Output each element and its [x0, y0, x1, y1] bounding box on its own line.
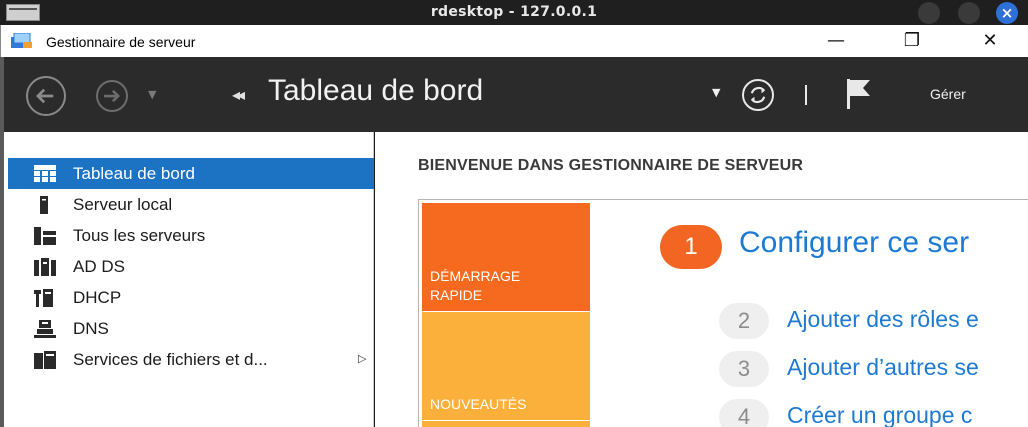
screen: rdesktop - 127.0.0.1 × Gestionnaire de s… [0, 0, 1028, 427]
sidebar-item-file-services[interactable]: Services de fichiers et d... ▷ [8, 344, 374, 375]
step-configure-link[interactable]: Configurer ce ser [739, 226, 969, 260]
rdesktop-minimize-button[interactable] [918, 2, 940, 24]
sidebar-item-dhcp[interactable]: DHCP [8, 282, 374, 313]
sidebar-item-all-servers[interactable]: Tous les serveurs [8, 220, 374, 251]
adds-icon [34, 257, 56, 276]
server-icon [40, 195, 48, 214]
tile-learn-more[interactable] [422, 421, 590, 427]
tile-whats-new-label: NOUVEAUTÉS [430, 396, 527, 412]
sidebar-item-label: Services de fichiers et d... [73, 349, 268, 369]
back-arrow-icon[interactable] [26, 76, 66, 116]
rdesktop-maximize-button[interactable] [958, 2, 980, 24]
sidebar-item-label: AD DS [73, 256, 125, 276]
tile-quick-start-label: DÉMARRAGE RAPIDE [430, 268, 521, 303]
breadcrumb-arrow-icon: ◂◂ [232, 85, 245, 104]
tile-whats-new[interactable]: NOUVEAUTÉS [422, 312, 590, 420]
welcome-panel: DÉMARRAGE RAPIDE NOUVEAUTÉS 1 Configurer… [418, 199, 1028, 427]
rdesktop-titlebar: rdesktop - 127.0.0.1 × [0, 0, 1028, 25]
window-titlebar: Gestionnaire de serveur — ❐ ✕ [0, 25, 1028, 57]
step-number: 1 [660, 225, 722, 269]
step-number: 3 [719, 351, 769, 387]
forward-arrow-icon[interactable] [96, 80, 128, 112]
manage-menu[interactable]: Gérer [930, 86, 966, 102]
step-create-group-link[interactable]: Créer un groupe c [787, 402, 972, 427]
maximize-button[interactable]: ❐ [889, 28, 935, 54]
sidebar-item-dns[interactable]: DNS [8, 313, 374, 344]
sidebar-item-label: DNS [73, 318, 109, 338]
sidebar-item-local-server[interactable]: Serveur local [8, 189, 374, 220]
refresh-icon[interactable] [742, 79, 774, 111]
title-dropdown-icon[interactable]: ▼ [712, 86, 720, 99]
file-services-icon [34, 350, 56, 369]
notifications-flag-icon[interactable] [844, 77, 874, 111]
servers-icon [34, 226, 56, 245]
step-add-roles-link[interactable]: Ajouter des rôles e [787, 306, 979, 333]
expand-arrow-icon[interactable]: ▷ [358, 352, 366, 365]
window-title: Gestionnaire de serveur [46, 34, 196, 50]
close-button[interactable]: ✕ [967, 28, 1013, 54]
step-number: 4 [719, 399, 769, 427]
sidebar-item-label: DHCP [73, 287, 122, 307]
navigation-header: ▼ ◂◂ Tableau de bord ▼ Gérer [0, 57, 1028, 132]
dhcp-icon [34, 288, 53, 307]
tile-quick-start[interactable]: DÉMARRAGE RAPIDE [422, 203, 590, 311]
history-dropdown-icon[interactable]: ▼ [148, 88, 156, 101]
page-title: Tableau de bord [268, 74, 484, 107]
welcome-heading: BIENVENUE DANS GESTIONNAIRE DE SERVEUR [418, 157, 804, 174]
dns-icon [34, 319, 56, 338]
sidebar-item-label: Tableau de bord [73, 163, 195, 183]
sidebar-item-label: Tous les serveurs [73, 225, 206, 245]
main-content: BIENVENUE DANS GESTIONNAIRE DE SERVEUR D… [375, 132, 1028, 427]
rdesktop-title: rdesktop - 127.0.0.1 [430, 4, 598, 20]
server-manager-app-icon [11, 33, 32, 48]
step-add-servers-link[interactable]: Ajouter d’autres se [787, 354, 979, 381]
sidebar-item-dashboard[interactable]: Tableau de bord [8, 158, 374, 189]
sidebar-item-ad-ds[interactable]: AD DS [8, 251, 374, 282]
step-number: 2 [719, 303, 769, 339]
dashboard-icon [34, 164, 56, 182]
toolbar-separator [805, 85, 807, 105]
sidebar: Tableau de bord Serveur local Tous les s… [0, 132, 374, 427]
sidebar-item-label: Serveur local [73, 194, 173, 214]
minimize-button[interactable]: — [813, 28, 859, 54]
rdesktop-close-button[interactable]: × [996, 2, 1018, 24]
